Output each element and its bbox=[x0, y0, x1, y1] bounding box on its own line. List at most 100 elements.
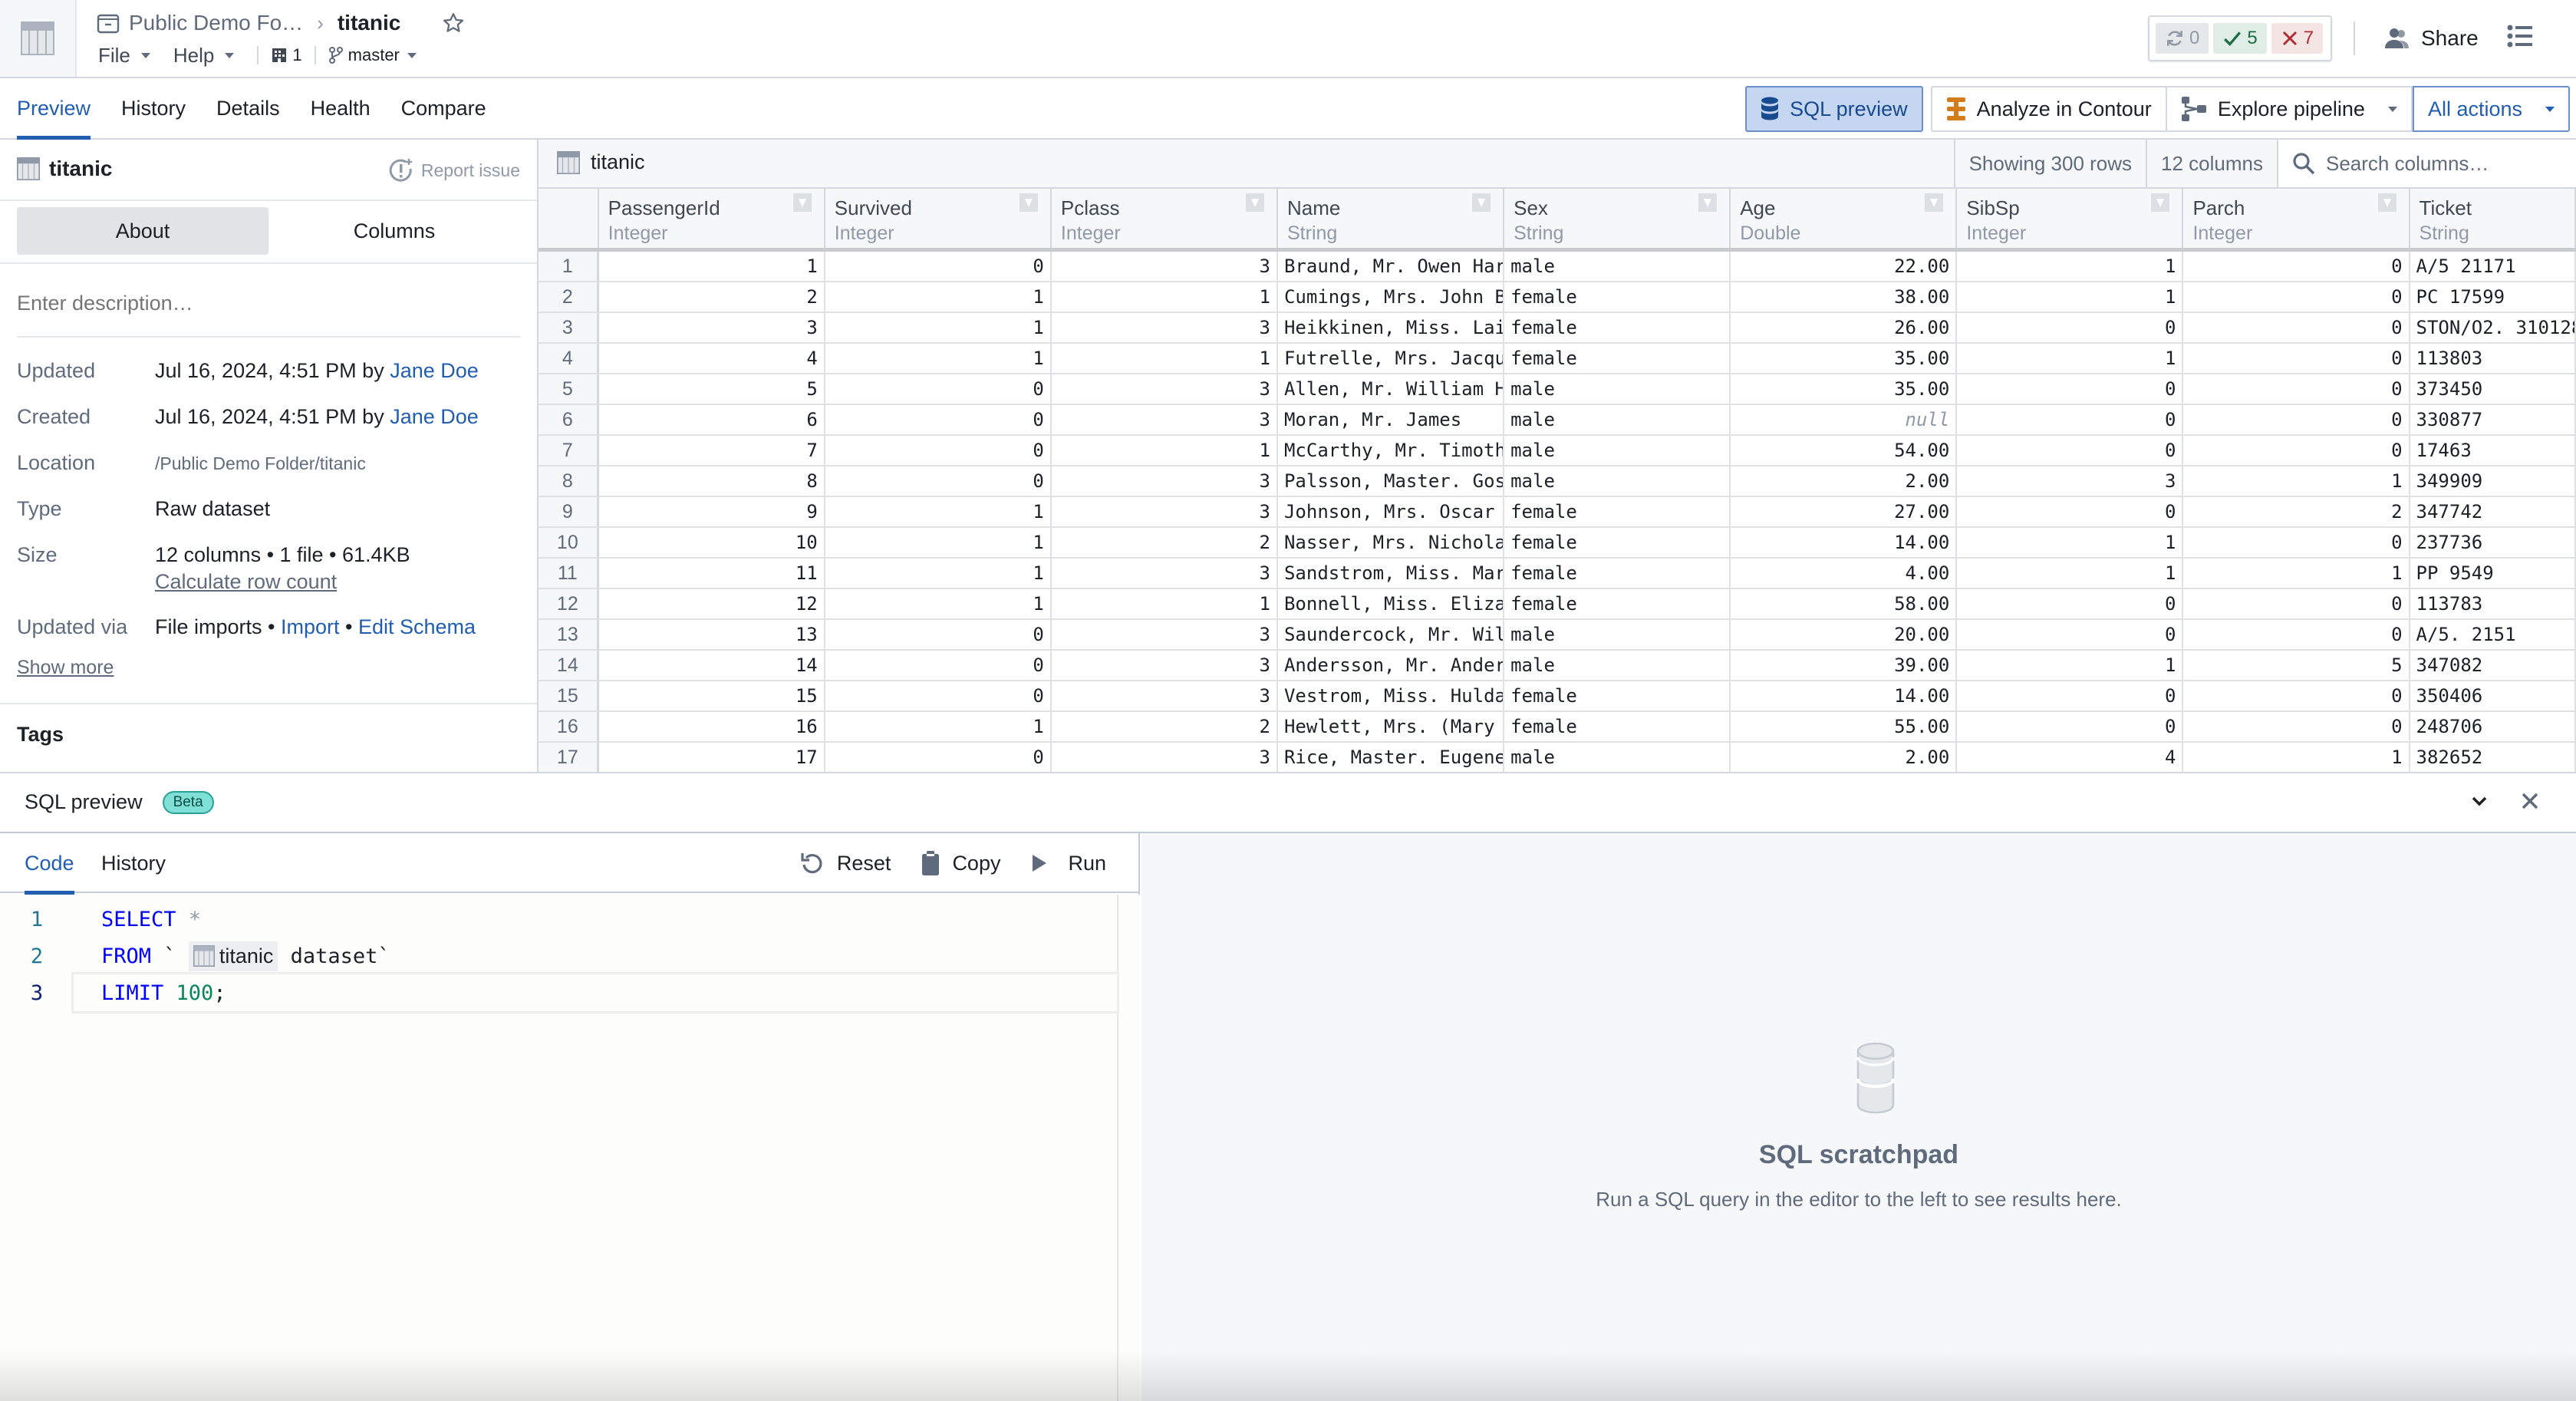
table-cell[interactable]: 0 bbox=[2183, 313, 2410, 342]
table-cell[interactable]: 0 bbox=[1957, 620, 2184, 649]
table-cell[interactable]: Moran, Mr. James bbox=[1278, 405, 1505, 434]
table-cell[interactable]: 3 bbox=[1957, 466, 2184, 496]
table-row[interactable]: 2211Cumings, Mrs. John Bradleyfemale38.0… bbox=[539, 282, 2576, 313]
table-cell[interactable]: female bbox=[1504, 712, 1731, 741]
tab-compare[interactable]: Compare bbox=[401, 78, 486, 138]
table-cell[interactable]: 330877 bbox=[2410, 405, 2576, 434]
table-cell[interactable]: 0 bbox=[825, 743, 1052, 772]
table-row[interactable]: 17 17 0 3 Rice, Master. Eugene male 2.00 4 1 3826… bbox=[539, 743, 2576, 772]
segment-columns[interactable]: Columns bbox=[268, 207, 520, 255]
table-cell[interactable]: Cumings, Mrs. John Bradley bbox=[1278, 282, 1505, 312]
table-cell[interactable]: male bbox=[1504, 252, 1731, 281]
report-issue-button[interactable]: Report issue bbox=[389, 158, 520, 183]
table-cell[interactable]: 0 bbox=[825, 374, 1052, 404]
table-cell[interactable]: 3 bbox=[1052, 743, 1278, 772]
menu-help[interactable]: Help bbox=[173, 44, 235, 68]
table-cell[interactable]: 9 bbox=[599, 497, 825, 526]
table-row[interactable]: 161612Hewlett, Mrs. (Mary D Kingcome)fem… bbox=[539, 712, 2576, 743]
table-cell[interactable]: 0 bbox=[825, 252, 1052, 281]
table-cell[interactable]: 8 bbox=[599, 466, 825, 496]
show-more-link[interactable]: Show more bbox=[17, 657, 114, 679]
table-cell[interactable]: 1 bbox=[825, 589, 1052, 618]
table-row[interactable]: 9 9 1 3 Johnson, Mrs. Oscar Wfemale 27.00 0 2 34… bbox=[539, 497, 2576, 528]
column-header-pclass[interactable]: Pclass Integer bbox=[1052, 189, 1278, 248]
table-cell[interactable]: Allen, Mr. William Henry bbox=[1278, 374, 1505, 404]
search-columns-field[interactable] bbox=[2277, 140, 2576, 187]
tab-details[interactable]: Details bbox=[216, 78, 280, 138]
edit-schema-link[interactable]: Edit Schema bbox=[358, 615, 476, 638]
column-header-survived[interactable]: Survived Integer bbox=[825, 189, 1052, 248]
created-by-user-link[interactable]: Jane Doe bbox=[390, 405, 479, 428]
table-cell[interactable]: 3 bbox=[1052, 374, 1278, 404]
table-row[interactable]: 7701McCarthy, Mr. Timothy Jmale54.000017… bbox=[539, 436, 2576, 466]
table-row[interactable]: 8803Palsson, Master. Gosta Leonardmale2.… bbox=[539, 466, 2576, 497]
table-cell[interactable]: PP 9549 bbox=[2410, 559, 2576, 588]
table-cell[interactable]: 1 bbox=[1052, 589, 1278, 618]
column-count-info[interactable]: 12 columns bbox=[2146, 140, 2277, 187]
table-cell[interactable]: 1 bbox=[1957, 252, 2184, 281]
table-cell[interactable]: 10 bbox=[599, 528, 825, 557]
table-cell[interactable]: 3 bbox=[599, 313, 825, 342]
table-cell[interactable]: 14.00 bbox=[1731, 528, 1958, 557]
table-cell[interactable]: 1 bbox=[1052, 436, 1278, 465]
table-cell[interactable]: 4 bbox=[1957, 743, 2184, 772]
table-cell[interactable]: Hewlett, Mrs. (Mary D Kingcome) bbox=[1278, 712, 1505, 741]
table-cell[interactable]: 3 bbox=[1052, 559, 1278, 588]
column-filter-icon[interactable] bbox=[792, 193, 812, 212]
table-cell[interactable]: 1 bbox=[1957, 559, 2184, 588]
table-cell[interactable]: 3 bbox=[1052, 405, 1278, 434]
table-row[interactable]: 3 3 1 3 Heikkinen, Miss. Laina female 26.00 0 0 S… bbox=[539, 313, 2576, 344]
column-header-sex[interactable]: Sex String bbox=[1504, 189, 1731, 248]
description-input[interactable] bbox=[17, 285, 520, 321]
table-cell[interactable]: 3 bbox=[1052, 466, 1278, 496]
table-cell[interactable]: Andersson, Mr. Anders Johan bbox=[1278, 651, 1505, 680]
table-cell[interactable]: 38.00 bbox=[1731, 282, 1958, 312]
menu-file[interactable]: File bbox=[98, 44, 150, 68]
table-cell[interactable]: 1 bbox=[2183, 466, 2410, 496]
table-cell[interactable]: 0 bbox=[825, 405, 1052, 434]
import-link[interactable]: Import bbox=[281, 615, 340, 638]
table-cell[interactable]: Saundercock, Mr. William Henry bbox=[1278, 620, 1505, 649]
table-cell[interactable]: 349909 bbox=[2410, 466, 2576, 496]
sql-code-editor[interactable]: 1 SELECT * 2 FROM ` titanic dataset` 3 L… bbox=[0, 895, 1140, 1401]
column-header-sibsp[interactable]: SibSp Integer bbox=[1957, 189, 2184, 248]
column-filter-icon[interactable] bbox=[1925, 193, 1944, 212]
column-header-ticket[interactable]: Ticket String bbox=[2410, 189, 2576, 248]
table-cell[interactable]: Braund, Mr. Owen Harris bbox=[1278, 252, 1505, 281]
column-filter-icon[interactable] bbox=[1246, 193, 1264, 212]
builds-failed[interactable]: 7 bbox=[2271, 23, 2324, 54]
segment-about[interactable]: About bbox=[17, 207, 268, 255]
table-cell[interactable]: 1 bbox=[825, 344, 1052, 373]
table-cell[interactable]: 1 bbox=[1957, 528, 2184, 557]
all-actions-button[interactable]: All actions bbox=[2412, 86, 2570, 132]
table-cell[interactable]: 3 bbox=[1052, 497, 1278, 526]
table-cell[interactable]: female bbox=[1504, 313, 1731, 342]
table-cell[interactable]: 1 bbox=[1052, 344, 1278, 373]
table-cell[interactable]: 1 bbox=[2183, 559, 2410, 588]
table-row[interactable]: 5503Allen, Mr. William Henrymale35.00003… bbox=[539, 374, 2576, 405]
builds-running[interactable]: 0 bbox=[2156, 23, 2209, 54]
table-cell[interactable]: 2 bbox=[599, 282, 825, 312]
table-cell[interactable]: 1 bbox=[825, 528, 1052, 557]
table-cell[interactable]: 0 bbox=[1957, 436, 2184, 465]
table-cell[interactable]: 0 bbox=[1957, 712, 2184, 741]
table-cell[interactable]: 2.00 bbox=[1731, 466, 1958, 496]
table-cell[interactable]: 0 bbox=[825, 466, 1052, 496]
table-cell[interactable]: male bbox=[1504, 405, 1731, 434]
table-row[interactable]: 111113Sandstrom, Miss. Margueritefemale4… bbox=[539, 559, 2576, 589]
table-cell[interactable]: 14 bbox=[599, 651, 825, 680]
table-cell[interactable]: 1 bbox=[1957, 344, 2184, 373]
table-cell[interactable]: 26.00 bbox=[1731, 313, 1958, 342]
tab-history[interactable]: History bbox=[121, 78, 186, 138]
table-cell[interactable]: 35.00 bbox=[1731, 344, 1958, 373]
table-cell[interactable]: female bbox=[1504, 528, 1731, 557]
table-cell[interactable]: 22.00 bbox=[1731, 252, 1958, 281]
tab-sql-history[interactable]: History bbox=[101, 833, 166, 893]
analyze-in-contour-button[interactable]: Analyze in Contour bbox=[1930, 86, 2167, 132]
collapse-chevron-icon[interactable] bbox=[2469, 790, 2490, 812]
table-cell[interactable]: 0 bbox=[2183, 252, 2410, 281]
table-cell[interactable]: Rice, Master. Eugene bbox=[1278, 743, 1505, 772]
table-cell[interactable]: 3 bbox=[1052, 252, 1278, 281]
table-cell[interactable]: A/5 21171 bbox=[2410, 252, 2576, 281]
table-cell[interactable]: Futrelle, Mrs. Jacques Heath bbox=[1278, 344, 1505, 373]
